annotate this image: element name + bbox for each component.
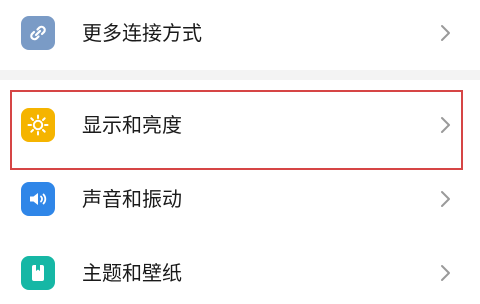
link-icon [21, 16, 55, 50]
chevron-right-icon [441, 191, 450, 207]
theme-card-icon [21, 256, 55, 290]
speaker-icon [21, 182, 55, 216]
chevron-right-icon [441, 25, 450, 41]
chevron-right-icon [441, 265, 450, 281]
settings-item-sound-vibration[interactable]: 声音和振动 [0, 168, 480, 230]
settings-item-label: 主题和壁纸 [82, 261, 182, 285]
settings-item-label: 更多连接方式 [82, 21, 202, 45]
settings-list: 更多连接方式 显示和亮度 声音和振动 主题和壁纸 [0, 0, 480, 304]
settings-item-label: 声音和振动 [82, 187, 182, 211]
settings-item-theme-wallpaper[interactable]: 主题和壁纸 [0, 242, 480, 304]
section-divider [0, 70, 480, 80]
settings-item-more-connections[interactable]: 更多连接方式 [0, 2, 480, 64]
highlight-annotation-box [10, 90, 463, 170]
